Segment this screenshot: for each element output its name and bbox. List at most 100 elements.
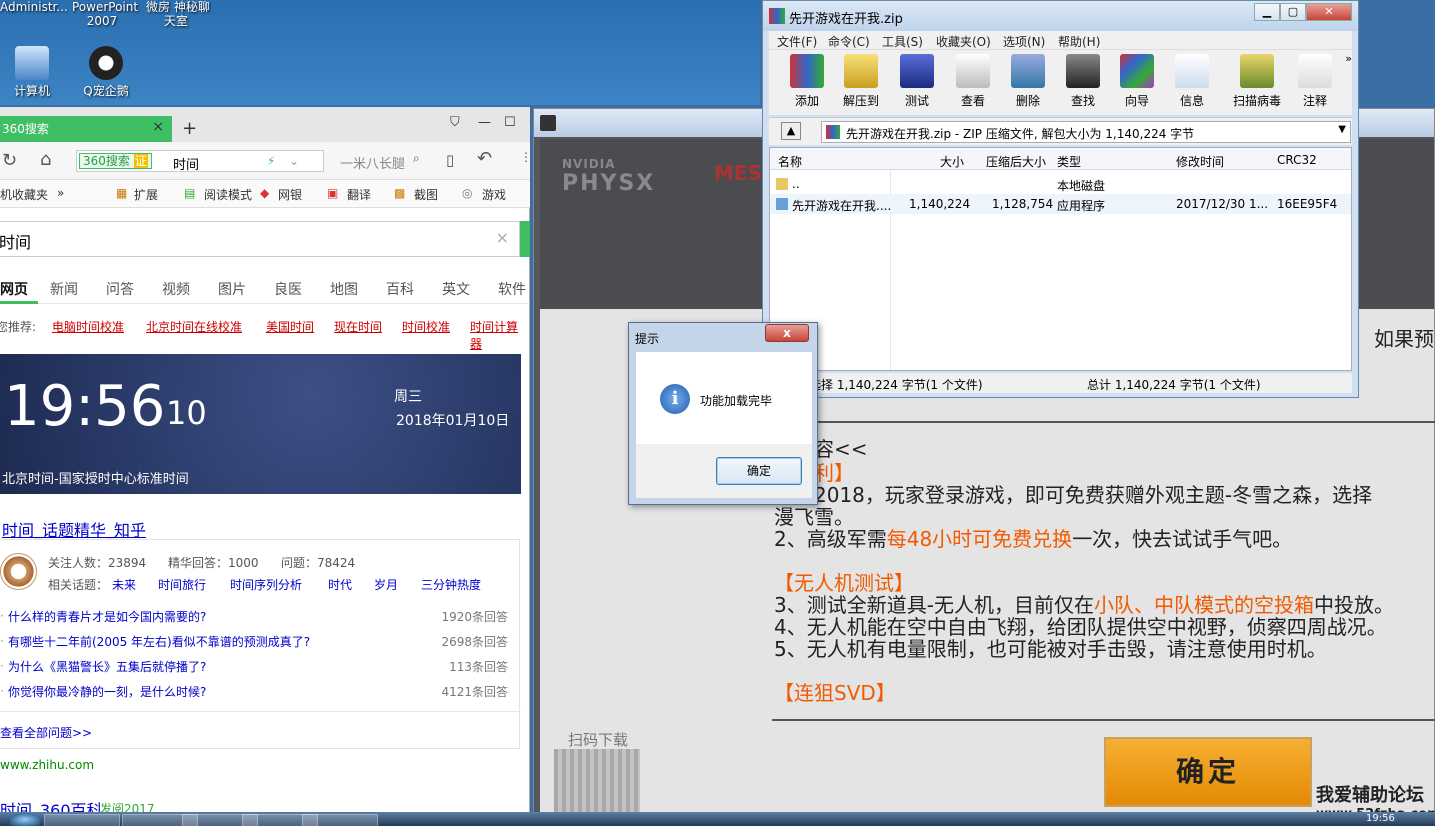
winrar-titlebar[interactable]: 先开游戏在开我.zip ▁ ▢ ✕ <box>763 1 1358 31</box>
tool-add-button[interactable]: 添加 <box>785 54 829 109</box>
fav-bank[interactable]: 网银 <box>278 186 302 203</box>
search-input[interactable]: 时间 × <box>0 221 520 257</box>
favorites-more[interactable]: » <box>57 186 64 200</box>
chevron-down-icon[interactable]: ▼ <box>1338 124 1346 135</box>
chevron-down-icon[interactable]: ⌄ <box>289 154 299 168</box>
desktop-icon-administrator[interactable]: Administr... <box>0 0 68 14</box>
search-icon[interactable]: ⌕ <box>413 151 420 166</box>
col-size[interactable]: 大小 <box>940 153 964 170</box>
col-modified[interactable]: 修改时间 <box>1176 153 1224 170</box>
menu-file[interactable]: 文件(F) <box>777 33 817 50</box>
refresh-icon[interactable]: ↻ <box>2 150 17 171</box>
menu-tools[interactable]: 工具(S) <box>882 33 923 50</box>
taskbar-clock[interactable]: 19:56 <box>1366 813 1395 824</box>
address-bar[interactable]: 360搜索 证 时间 ⚡ ⌄ <box>76 150 324 173</box>
game-confirm-button[interactable]: 确定 <box>1104 737 1312 807</box>
zhihu-related-topic[interactable]: 时代 <box>328 576 352 593</box>
fav-screenshot[interactable]: 截图 <box>414 186 438 203</box>
tool-extract-button[interactable]: 解压到 <box>839 54 883 109</box>
recommend-link[interactable]: 美国时间 <box>266 318 314 335</box>
tab-doctor[interactable]: 良医 <box>274 279 302 299</box>
tool-comment-button[interactable]: 注释 <box>1293 54 1337 109</box>
taskbar-item-document[interactable] <box>302 814 378 826</box>
taskbar-item-ie[interactable] <box>44 814 120 826</box>
desktop-icon-chatroom[interactable]: 微房 神秘聊 天室 <box>146 0 210 28</box>
dialog-close-button[interactable]: x <box>765 324 809 342</box>
tab-video[interactable]: 视频 <box>162 279 190 299</box>
search-button[interactable] <box>520 221 530 257</box>
minimize-button[interactable]: ▁ <box>1254 3 1280 21</box>
scan-download-label: 扫码下载 <box>568 731 629 749</box>
menu-options[interactable]: 选项(N) <box>1003 33 1045 50</box>
maximize-icon[interactable]: ☐ <box>504 115 516 130</box>
fav-games[interactable]: 游戏 <box>482 186 506 203</box>
clear-icon[interactable]: × <box>496 228 509 247</box>
desktop-icon-computer[interactable]: 计算机 <box>2 46 62 98</box>
zhihu-related-topic[interactable]: 岁月 <box>374 576 398 593</box>
undo-icon[interactable]: ↶ <box>477 148 492 169</box>
tool-wizard-button[interactable]: 向导 <box>1115 54 1159 109</box>
menu-help[interactable]: 帮助(H) <box>1058 33 1100 50</box>
fav-reader-mode[interactable]: 阅读模式 <box>204 186 252 203</box>
shirt-icon[interactable]: ⛉ <box>450 115 460 130</box>
more-icon[interactable]: ⋮ <box>520 150 532 164</box>
desktop-icon-powerpoint[interactable]: PowerPoint 2007 <box>72 0 138 28</box>
tab-360-search[interactable]: 360搜索 × <box>0 116 172 142</box>
minimize-icon[interactable]: — <box>478 115 491 130</box>
dialog-ok-button[interactable]: 确定 <box>716 457 802 485</box>
fav-extensions[interactable]: 扩展 <box>134 186 158 203</box>
tool-find-button[interactable]: 查找 <box>1061 54 1105 109</box>
up-folder-icon[interactable]: ▲ <box>781 122 801 140</box>
search-hint[interactable]: 一米八长腿 <box>340 153 405 172</box>
new-tab-button[interactable]: + <box>182 118 197 139</box>
tool-info-button[interactable]: 信息 <box>1170 54 1214 109</box>
table-row[interactable]: 先开游戏在开我.... 1,140,224 1,128,754 应用程序 201… <box>770 194 1351 214</box>
close-button[interactable]: ✕ <box>1306 3 1352 21</box>
col-type[interactable]: 类型 <box>1057 153 1081 170</box>
zhihu-question-link[interactable]: 为什么《黑猫警长》五集后就停播了? <box>8 658 206 675</box>
recommend-link[interactable]: 时间计算器 <box>470 318 529 352</box>
home-icon[interactable]: ⌂ <box>40 149 51 170</box>
recommend-link[interactable]: 现在时间 <box>334 318 382 335</box>
path-dropdown[interactable]: 先开游戏在开我.zip - ZIP 压缩文件, 解包大小为 1,140,224 … <box>821 121 1351 143</box>
tool-delete-button[interactable]: 删除 <box>1006 54 1050 109</box>
zhihu-result-title[interactable]: 时间_话题精华_知乎 <box>2 517 146 541</box>
zhihu-related-topic[interactable]: 未来 <box>112 576 136 593</box>
zhihu-related-topic[interactable]: 时间序列分析 <box>230 576 302 593</box>
col-crc[interactable]: CRC32 <box>1277 153 1317 167</box>
tab-software[interactable]: 软件 <box>498 279 526 299</box>
start-orb-icon[interactable] <box>10 813 40 826</box>
recommend-link[interactable]: 时间校准 <box>402 318 450 335</box>
phone-icon[interactable]: ▯ <box>446 151 454 169</box>
tool-virus-scan-button[interactable]: 扫描病毒 <box>1225 54 1289 109</box>
zhihu-related-topic[interactable]: 时间旅行 <box>158 576 206 593</box>
zhihu-question-link[interactable]: 有哪些十二年前(2005 年左右)看似不靠谱的预测成真了? <box>8 633 310 650</box>
col-packed[interactable]: 压缩后大小 <box>986 153 1046 170</box>
menu-favorites[interactable]: 收藏夹(O) <box>936 33 991 50</box>
zhihu-related-topic[interactable]: 三分钟热度 <box>421 576 481 593</box>
toolbar-overflow-icon[interactable]: » <box>1345 52 1352 65</box>
table-row[interactable]: .. 本地磁盘 <box>770 174 1351 194</box>
menu-commands[interactable]: 命令(C) <box>828 33 870 50</box>
tab-close-icon[interactable]: × <box>152 119 164 135</box>
desktop-icon-qq-pet[interactable]: Q宠企鹅 <box>76 46 136 98</box>
tab-qa[interactable]: 问答 <box>106 279 134 299</box>
tab-map[interactable]: 地图 <box>330 279 358 299</box>
tab-english[interactable]: 英文 <box>442 279 470 299</box>
tab-images[interactable]: 图片 <box>218 279 246 299</box>
zhihu-question-link[interactable]: 什么样的青春片才是如今国内需要的? <box>8 608 206 625</box>
tab-news[interactable]: 新闻 <box>50 279 78 299</box>
zhihu-more-link[interactable]: 查看全部问题>> <box>0 724 92 741</box>
zhihu-question-link[interactable]: 你觉得你最冷静的一刻，是什么时候? <box>8 683 206 700</box>
zhihu-topic-avatar[interactable] <box>0 553 37 590</box>
tab-baike[interactable]: 百科 <box>386 279 414 299</box>
col-name[interactable]: 名称 <box>778 153 802 170</box>
tool-view-button[interactable]: 查看 <box>951 54 995 109</box>
maximize-button[interactable]: ▢ <box>1280 3 1306 21</box>
tab-web[interactable]: 网页 <box>0 279 28 299</box>
tool-test-button[interactable]: 测试 <box>895 54 939 109</box>
recommend-link[interactable]: 北京时间在线校准 <box>146 318 242 335</box>
recommend-link[interactable]: 电脑时间校准 <box>52 318 124 335</box>
favorites-label[interactable]: 机收藏夹 <box>0 186 48 203</box>
fav-translate[interactable]: 翻译 <box>347 186 371 203</box>
